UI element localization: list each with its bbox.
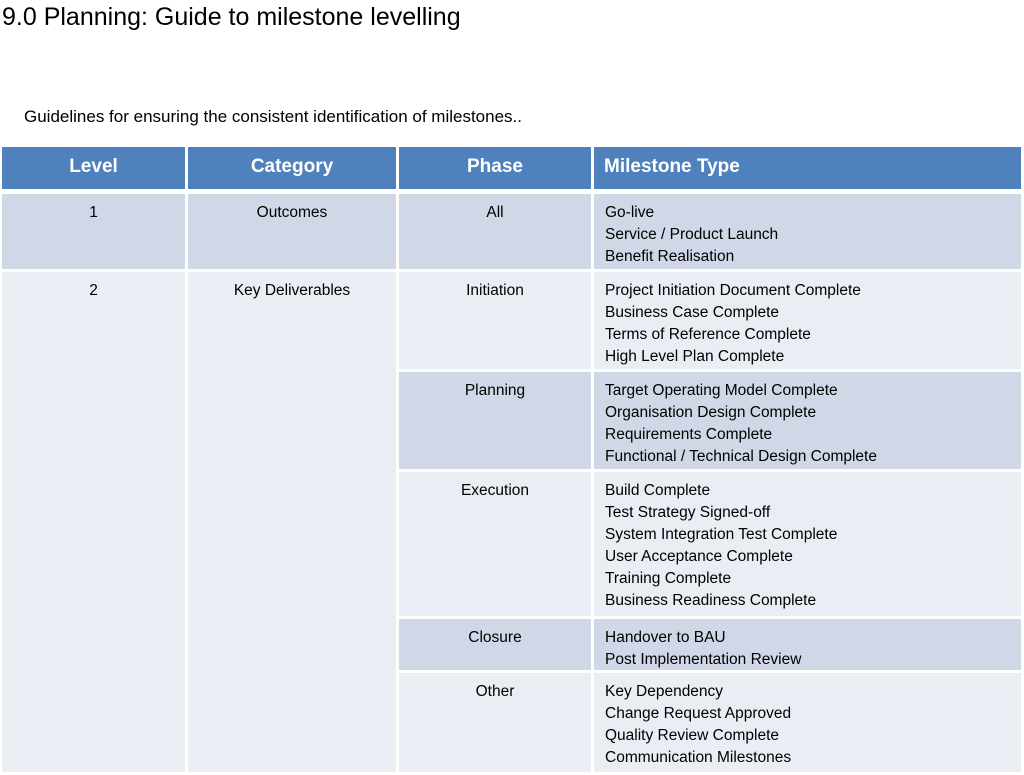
milestone-item: Communication Milestones — [605, 749, 792, 766]
milestone-item: Post Implementation Review — [605, 651, 802, 668]
milestone-item: Terms of Reference Complete — [605, 326, 811, 343]
milestones-initiation: Project Initiation Document Complete Bus… — [594, 272, 1021, 369]
row1-level: 1 — [2, 194, 185, 269]
row2-level: 2 — [2, 272, 185, 772]
milestone-item: Go-live — [605, 204, 655, 221]
milestones-planning: Target Operating Model Complete Organisa… — [594, 372, 1021, 469]
milestone-item: Key Dependency — [605, 683, 724, 700]
milestone-item: Target Operating Model Complete — [605, 382, 838, 399]
milestone-item: Quality Review Complete — [605, 727, 780, 744]
milestone-item: User Acceptance Complete — [605, 548, 793, 565]
milestones-execution: Build Complete Test Strategy Signed-off … — [594, 472, 1021, 616]
milestone-item: Business Case Complete — [605, 304, 780, 321]
milestone-item: Business Readiness Complete — [605, 592, 817, 609]
row1-category: Outcomes — [188, 194, 396, 269]
milestones-other: Key Dependency Change Request Approved Q… — [594, 673, 1021, 772]
milestone-item: Requirements Complete — [605, 426, 773, 443]
phase-planning: Planning — [399, 372, 591, 469]
page-title: 9.0 Planning: Guide to milestone levelli… — [2, 3, 461, 31]
header-phase: Phase — [399, 147, 591, 189]
milestone-item: Benefit Realisation — [605, 248, 735, 265]
phase-other: Other — [399, 673, 591, 772]
row1-phase: All — [399, 194, 591, 269]
header-milestone-type: Milestone Type — [594, 147, 1021, 189]
header-level: Level — [2, 147, 185, 189]
phase-closure: Closure — [399, 619, 591, 670]
milestone-item: High Level Plan Complete — [605, 348, 785, 365]
milestones-closure: Handover to BAU Post Implementation Revi… — [594, 619, 1021, 670]
row1-milestones: Go-live Service / Product Launch Benefit… — [594, 194, 1021, 269]
milestone-item: Organisation Design Complete — [605, 404, 817, 421]
milestone-item: System Integration Test Complete — [605, 526, 838, 543]
milestone-item: Training Complete — [605, 570, 732, 587]
phase-initiation: Initiation — [399, 272, 591, 369]
header-category: Category — [188, 147, 396, 189]
page-subtitle: Guidelines for ensuring the consistent i… — [24, 107, 522, 126]
milestone-item: Functional / Technical Design Complete — [605, 448, 877, 465]
milestone-item: Build Complete — [605, 482, 711, 499]
milestone-item: Change Request Approved — [605, 705, 792, 722]
phase-execution: Execution — [399, 472, 591, 616]
milestone-item: Handover to BAU — [605, 629, 726, 646]
milestone-item: Project Initiation Document Complete — [605, 282, 861, 299]
milestone-item: Test Strategy Signed-off — [605, 504, 771, 521]
row2-category: Key Deliverables — [188, 272, 396, 772]
milestone-item: Service / Product Launch — [605, 226, 779, 243]
